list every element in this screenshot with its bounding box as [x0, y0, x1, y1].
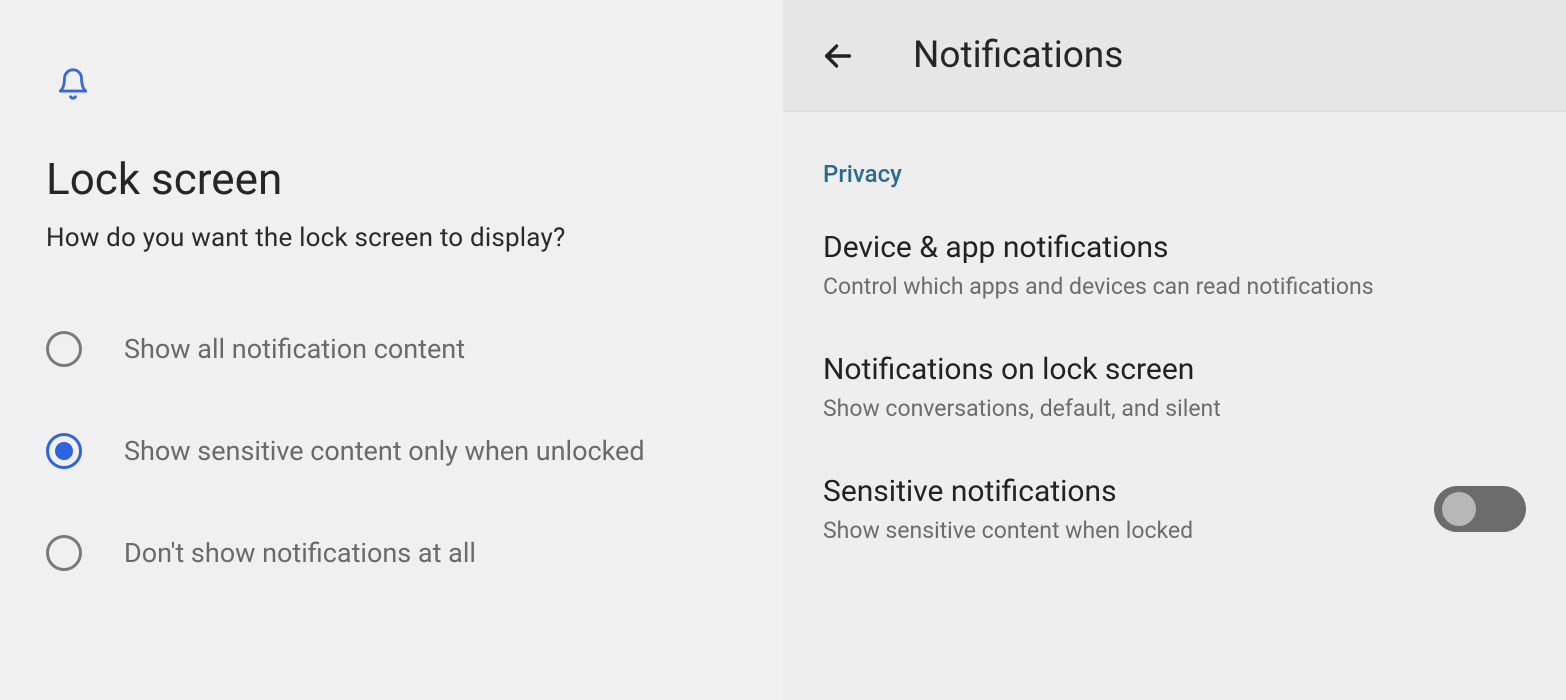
setting-title: Device & app notifications — [823, 230, 1526, 265]
dialog-subtitle: How do you want the lock screen to displ… — [46, 223, 737, 253]
toggle-knob — [1442, 492, 1476, 526]
toggle-sensitive-notifications[interactable] — [1434, 486, 1526, 532]
radio-icon — [46, 535, 82, 571]
setting-desc: Show sensitive content when locked — [823, 517, 1410, 544]
radio-icon — [46, 433, 82, 469]
radio-label: Show sensitive content only when unlocke… — [124, 435, 645, 467]
setting-device-app-notifications[interactable]: Device & app notifications Control which… — [783, 206, 1566, 328]
radio-option-show-all[interactable]: Show all notification content — [46, 331, 737, 367]
appbar-title: Notifications — [913, 34, 1123, 77]
section-label-privacy: Privacy — [783, 112, 1566, 206]
notifications-settings: Notifications Privacy Device & app notif… — [783, 0, 1566, 700]
lock-screen-dialog: Lock screen How do you want the lock scr… — [0, 0, 783, 700]
setting-desc: Show conversations, default, and silent — [823, 395, 1526, 422]
setting-notifications-lock-screen[interactable]: Notifications on lock screen Show conver… — [783, 328, 1566, 450]
setting-title: Sensitive notifications — [823, 474, 1410, 509]
radio-option-none[interactable]: Don't show notifications at all — [46, 535, 737, 571]
radio-icon — [46, 331, 82, 367]
radio-option-sensitive-unlocked[interactable]: Show sensitive content only when unlocke… — [46, 433, 737, 469]
radio-label: Show all notification content — [124, 333, 465, 365]
setting-desc: Control which apps and devices can read … — [823, 273, 1526, 300]
bell-icon — [56, 65, 737, 107]
arrow-left-icon — [821, 39, 855, 73]
radio-label: Don't show notifications at all — [124, 537, 476, 569]
back-button[interactable] — [813, 31, 863, 81]
setting-sensitive-notifications[interactable]: Sensitive notifications Show sensitive c… — [783, 450, 1566, 572]
dialog-title: Lock screen — [46, 153, 737, 205]
appbar: Notifications — [783, 0, 1566, 112]
setting-title: Notifications on lock screen — [823, 352, 1526, 387]
